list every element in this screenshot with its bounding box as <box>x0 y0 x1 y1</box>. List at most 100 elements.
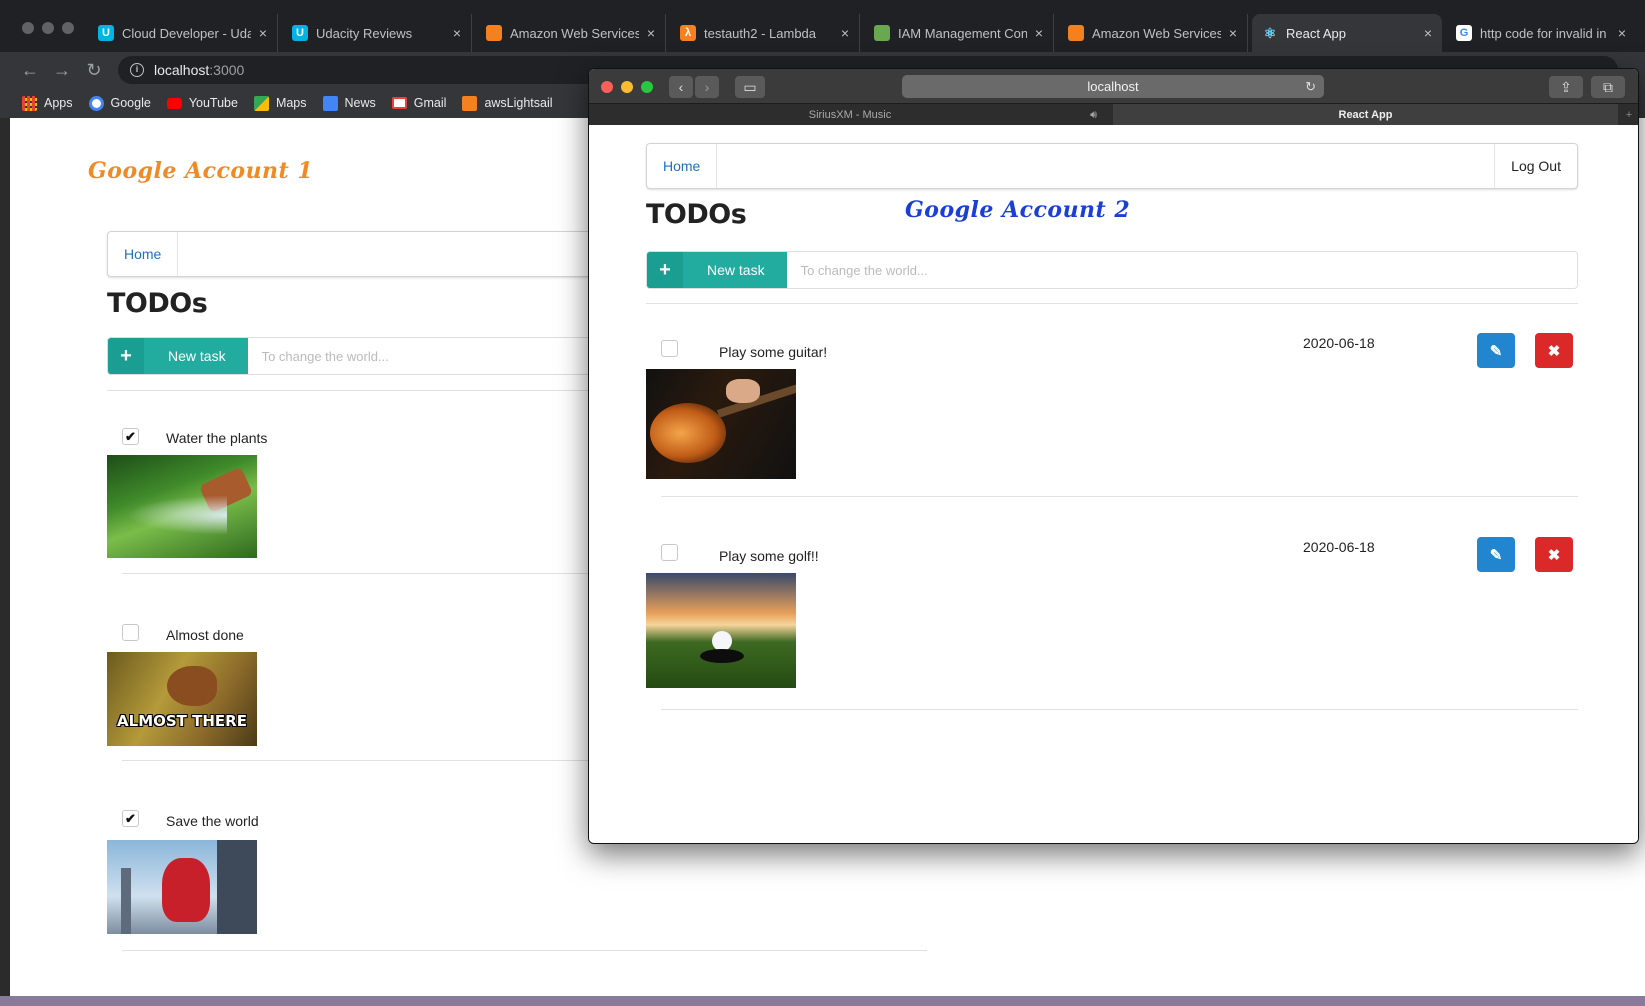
sidebar-icon[interactable]: ▭ <box>735 76 765 98</box>
aws-cube-icon <box>462 95 478 111</box>
back-arrow-icon[interactable]: ← <box>18 58 42 82</box>
safari-tab-active[interactable]: React App <box>1113 104 1618 126</box>
squirrel-shape <box>167 666 217 706</box>
gmail-icon <box>391 97 407 109</box>
guitar-body-shape <box>650 403 726 463</box>
aws-cube-icon <box>1068 25 1084 41</box>
chrome-tab[interactable]: Amazon Web Services × <box>476 14 666 52</box>
tabs-overview-icon[interactable]: ⧉ <box>1591 76 1625 98</box>
url-port: :3000 <box>209 62 245 78</box>
safari-address-bar[interactable]: localhost ↻ <box>902 75 1324 98</box>
todo-checkbox[interactable]: ✔ <box>122 428 139 445</box>
chrome-tab-active[interactable]: ⚛ React App × <box>1252 14 1442 52</box>
divider <box>122 950 927 951</box>
todo-checkbox[interactable]: ✔ <box>122 810 139 827</box>
minimize-window-button[interactable] <box>42 22 54 34</box>
tab-close-icon[interactable]: × <box>453 25 461 41</box>
close-window-button[interactable] <box>22 22 34 34</box>
todo-image-guitar <box>646 369 796 479</box>
hand-shape <box>726 379 760 403</box>
url-host: localhost <box>154 62 210 78</box>
todo-image-golf <box>646 573 796 688</box>
todo-image-garden-hose <box>107 455 257 558</box>
minimize-window-button[interactable] <box>621 81 633 93</box>
apps-grid-icon <box>22 95 37 111</box>
safari-titlebar: ‹ › ▭ localhost ↻ ⇪ ⧉ <box>589 69 1638 103</box>
bookmark-apps[interactable]: Apps <box>22 95 73 111</box>
meme-caption: ALMOST THERE <box>117 712 247 730</box>
todo-name: Play some guitar! <box>719 344 828 360</box>
forward-chevron-icon[interactable]: › <box>695 76 719 98</box>
reload-icon[interactable]: ↻ <box>1305 75 1316 98</box>
maps-icon <box>253 95 269 111</box>
todo-checkbox[interactable] <box>122 624 139 641</box>
forward-arrow-icon[interactable]: → <box>50 58 74 82</box>
page-title: TODOs <box>646 199 747 230</box>
safari-window: ‹ › ▭ localhost ↻ ⇪ ⧉ SiriusXM - Music 🔊… <box>588 68 1639 844</box>
bookmark-awslightsail[interactable]: awsLightsail <box>462 95 553 111</box>
nav-home-link[interactable]: Home <box>647 144 718 188</box>
divider <box>646 303 1578 304</box>
tab-close-icon[interactable]: × <box>1035 25 1043 41</box>
edit-todo-button[interactable]: ✎ <box>1477 537 1515 572</box>
safari-tab-bar: SiriusXM - Music 🔊︎ React App + <box>589 103 1638 126</box>
building-shape <box>217 840 257 934</box>
tab-close-icon[interactable]: × <box>1618 25 1626 41</box>
chrome-tab[interactable]: U Udacity Reviews × <box>282 14 472 52</box>
zoom-window-button[interactable] <box>62 22 74 34</box>
tab-close-icon[interactable]: × <box>259 25 267 41</box>
tab-close-icon[interactable]: × <box>647 25 655 41</box>
nav-home-link[interactable]: Home <box>108 232 179 276</box>
zoom-window-button[interactable] <box>641 81 653 93</box>
tab-close-icon[interactable]: × <box>1424 25 1432 41</box>
react-icon: ⚛ <box>1263 24 1277 41</box>
chrome-tab[interactable]: U Cloud Developer - Uda × <box>88 14 278 52</box>
tab-title: testauth2 - Lambda <box>704 25 817 41</box>
chrome-tab[interactable]: IAM Management Con × <box>864 14 1054 52</box>
close-window-button[interactable] <box>601 81 613 93</box>
todo-checkbox[interactable] <box>661 544 678 561</box>
edit-todo-button[interactable]: ✎ <box>1477 333 1515 368</box>
aws-cube-icon <box>486 25 502 41</box>
chrome-tab[interactable]: λ testauth2 - Lambda × <box>670 14 860 52</box>
account-annotation: Google Account 2 <box>905 197 1131 223</box>
back-chevron-icon[interactable]: ‹ <box>669 76 693 98</box>
chrome-tab-strip: U Cloud Developer - Uda × U Udacity Revi… <box>0 0 1645 56</box>
tab-title: Amazon Web Services <box>1092 25 1221 41</box>
tab-title: IAM Management Con <box>898 25 1027 41</box>
tab-title: Cloud Developer - Uda <box>122 25 251 41</box>
logout-link[interactable]: Log Out <box>1494 144 1577 188</box>
bookmark-youtube[interactable]: YouTube <box>166 96 238 110</box>
bookmark-news[interactable]: News <box>322 95 376 111</box>
reload-icon[interactable]: ↻ <box>82 58 106 82</box>
todo-checkbox[interactable] <box>661 340 678 357</box>
bookmark-maps[interactable]: Maps <box>253 95 307 111</box>
safari-tab[interactable]: SiriusXM - Music 🔊︎ <box>589 104 1111 126</box>
speaker-icon[interactable]: 🔊︎ <box>1090 104 1097 126</box>
share-icon[interactable]: ⇪ <box>1549 76 1583 98</box>
tab-close-icon[interactable]: × <box>841 25 849 41</box>
new-task-button[interactable]: + New task <box>108 338 248 374</box>
right-todo-page: Home Log Out TODOs Google Account 2 + Ne… <box>589 125 1638 843</box>
todo-image-squirrel-meme: ALMOST THERE <box>107 652 257 746</box>
chrome-tab[interactable]: G http code for invalid in × <box>1446 14 1636 52</box>
tab-close-icon[interactable]: × <box>1229 25 1237 41</box>
lambda-icon: λ <box>680 25 696 41</box>
divider <box>661 709 1578 710</box>
info-icon[interactable]: i <box>130 63 144 77</box>
bookmark-gmail[interactable]: Gmail <box>391 96 446 110</box>
chrome-tab[interactable]: Amazon Web Services × <box>1058 14 1248 52</box>
todo-name: Play some golf!! <box>719 548 819 564</box>
delete-todo-button[interactable]: ✖ <box>1535 333 1573 368</box>
page-title: TODOs <box>107 288 208 319</box>
close-icon: ✖ <box>1547 546 1561 564</box>
new-task-group: + New task <box>646 251 1578 289</box>
udacity-icon: U <box>98 25 114 41</box>
new-task-button[interactable]: + New task <box>647 252 787 288</box>
delete-todo-button[interactable]: ✖ <box>1535 537 1573 572</box>
new-task-input[interactable] <box>786 252 1577 288</box>
skyscraper-shape <box>121 868 131 934</box>
bookmark-google[interactable]: Google <box>88 95 151 111</box>
new-tab-plus-icon[interactable]: + <box>1619 104 1638 126</box>
todo-name: Almost done <box>166 627 244 643</box>
